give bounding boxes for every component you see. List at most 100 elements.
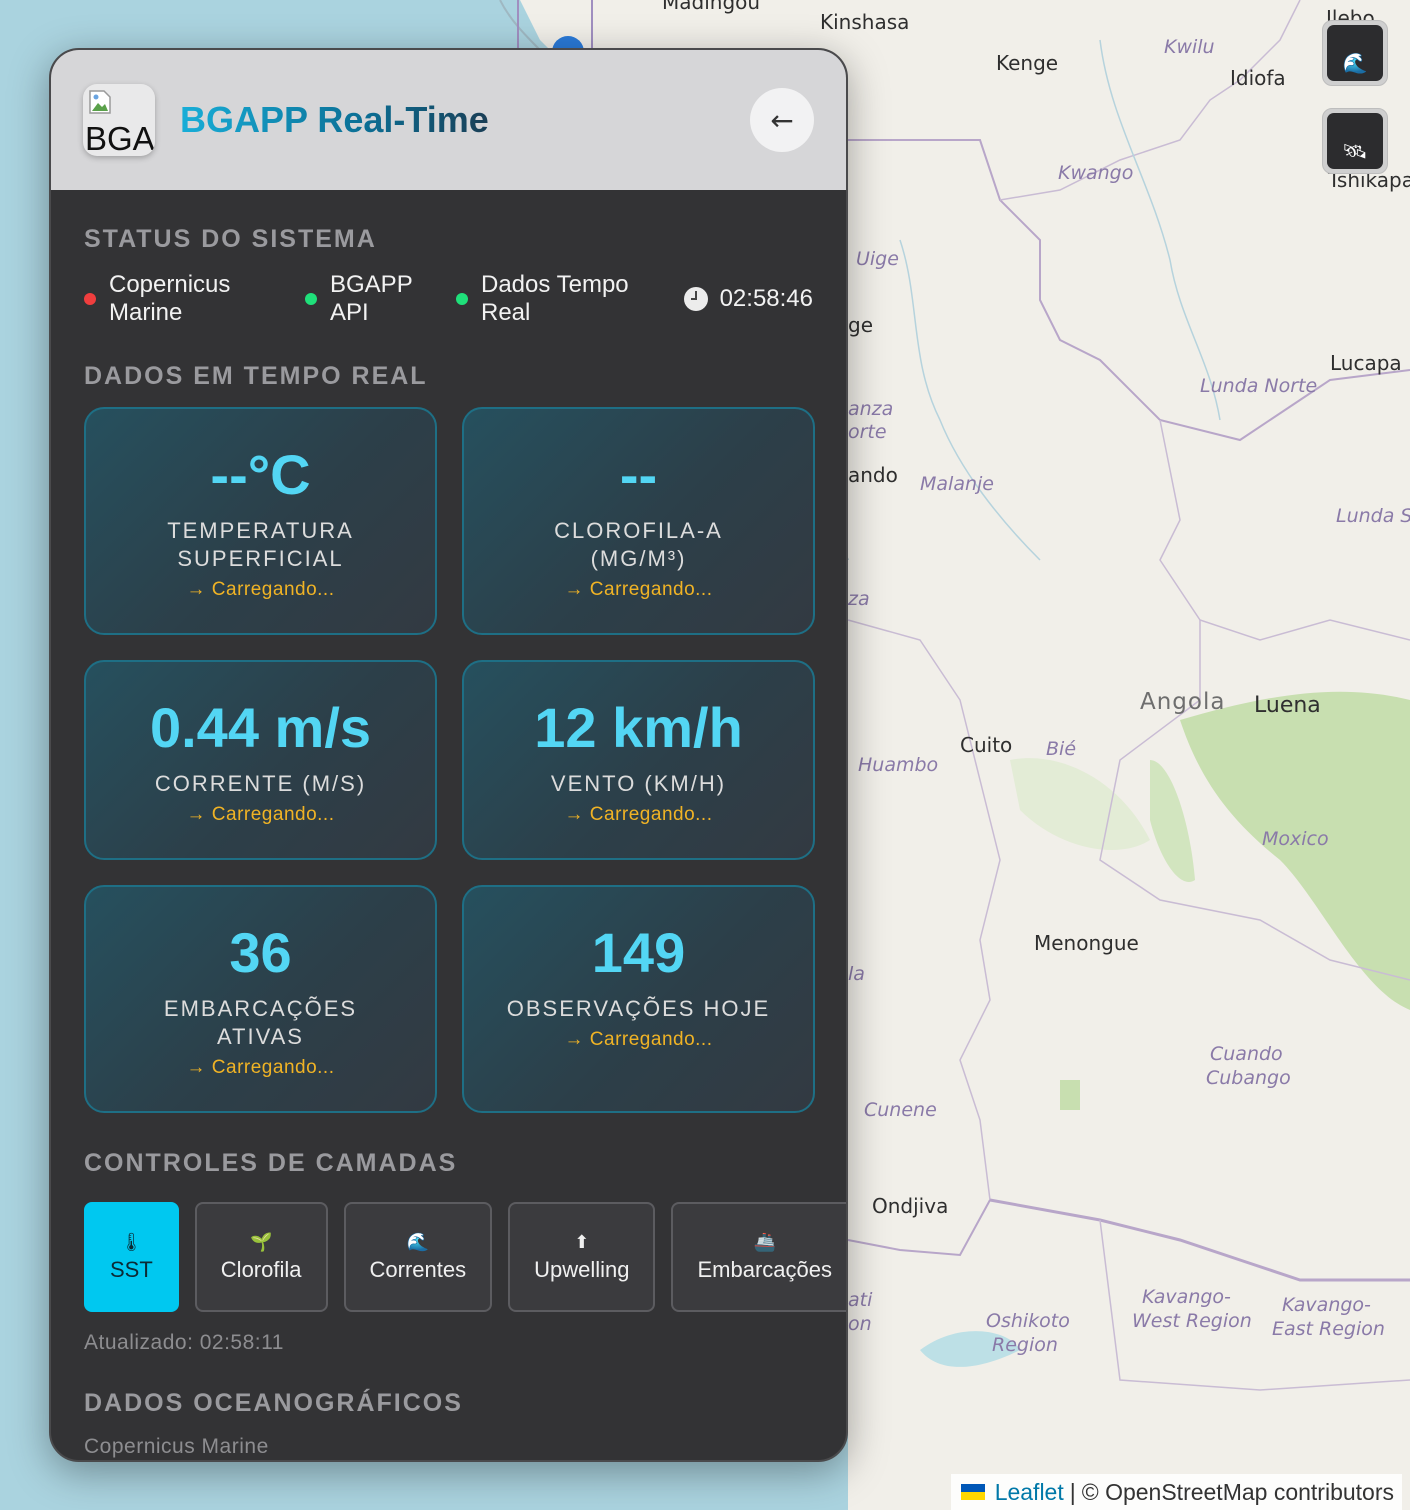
metric-status: → Carregando... [186,804,335,825]
panel-title: BGAPP Real-Time [180,99,489,140]
metric-card-observations[interactable]: 149 Observações Hoje → Carregando... [462,885,815,1113]
map-label-za: za [848,588,870,610]
arrow-left-icon: ← [770,103,794,137]
map-label-lunda-norte: Lunda Norte [1200,375,1318,397]
map-label-kavango-east-region: East Region [1272,1318,1385,1340]
map-label-menongue: Menongue [1034,931,1139,955]
layer-button-label: Embarcações [697,1257,832,1282]
status-copernicus: Copernicus Marine [84,271,305,327]
map-label-kwango: Kwango [1058,162,1134,184]
map-label-kavango-west-region: West Region [1132,1310,1252,1332]
map-label-ondjiva: Ondjiva [872,1194,949,1218]
realtime-panel: BGA BGAPP Real-Time ← Status do Sistema … [49,48,848,1462]
logo: BGA [83,84,155,156]
metric-value: 149 [591,921,686,984]
map-label-ando: ando [848,463,898,487]
osm-attribution[interactable]: © OpenStreetMap contributors [1082,1479,1394,1506]
clock-icon [683,287,708,311]
metric-label: Temperatura Superficial [167,518,354,571]
status-label: Real [481,299,531,326]
layer-controls: 🌡 SST 🌱 Clorofila 🌊 Correntes ⬆ Upwellin… [84,1202,846,1312]
metric-value: 0.44 m/s [149,696,372,759]
metric-cards: --°C Temperatura Superficial → Carregand… [84,407,815,1113]
layer-button-label: SST [110,1257,153,1282]
map-label-cunene: Cunene [864,1099,937,1121]
map-attribution: Leaflet | © OpenStreetMap contributors [950,1474,1402,1510]
map-label-anza: anza [848,398,894,420]
status-label: Marine [109,299,183,326]
wave-icon: 🌊 [406,1232,429,1252]
layer-button-vessels[interactable]: 🚢 Embarcações [671,1202,846,1312]
map-label-la: la [848,963,865,985]
realtime-heading: Dados em Tempo Real [84,362,428,390]
metric-status: → Carregando... [186,579,335,600]
layer-button-sst[interactable]: 🌡 SST [84,1202,179,1312]
ocean-heading: Dados Oceanográficos [84,1389,463,1417]
map-label-kenge: Kenge [996,51,1059,75]
layer-button-label: Upwelling [534,1257,630,1282]
metric-value: 36 [229,921,292,984]
leaflet-link[interactable]: Leaflet [995,1479,1064,1506]
map-label-huambo: Huambo [858,754,939,776]
metric-card-current[interactable]: 0.44 m/s Corrente (m/s) → Carregando... [84,660,437,860]
layer-button-label: Clorofila [220,1257,302,1282]
arrow-up-icon: ⬆ [574,1232,590,1252]
layer-button-label: Correntes [369,1257,467,1282]
map-label-kavango-east: Kavango- [1282,1294,1371,1316]
status-bgapp-api: BGAPP API [305,271,456,327]
map-label-on: on [848,1313,872,1335]
metric-status: → Carregando... [564,579,713,600]
map-label-ati: ati [848,1289,873,1311]
map-label-uige: Uige [856,248,899,270]
layer-button-currents[interactable]: 🌊 Correntes [343,1202,493,1312]
map-label-lucapa: Lucapa [1330,351,1402,375]
map-label-oshikoto-region: Region [992,1334,1058,1356]
map-label-lunda-sul: Lunda Su [1336,505,1410,527]
metric-value: --°C [210,443,311,506]
wave-icon: 🌊 [1342,51,1368,75]
map-label-ge: ge [848,313,873,337]
metric-card-wind[interactable]: 12 km/h Vento (km/h) → Carregando... [462,660,815,860]
status-dados-tempo-real: Dados Tempo Real [456,271,629,327]
layers-heading: Controles de Camadas [84,1149,458,1177]
map-label-bie: Bié [1046,738,1077,760]
metric-label: Clorofila-a (mg/m³) [554,518,723,571]
seedling-icon: 🌱 [249,1232,273,1252]
status-label: Dados Tempo [481,271,629,298]
metric-card-sst[interactable]: --°C Temperatura Superficial → Carregand… [84,407,437,635]
layer-button-upwelling[interactable]: ⬆ Upwelling [508,1202,656,1312]
map-layer-toggle-ocean[interactable]: 🌊 [1322,20,1388,86]
map-label-oshikoto: Oshikoto [986,1310,1070,1332]
logo-alt-text: BGA [85,120,155,156]
status-clock: 02:58:46 [683,285,813,313]
metric-label: Vento (km/h) [550,771,727,796]
status-label: API [330,299,369,326]
map-label-kinshasa: Kinshasa [820,10,910,34]
map-label-idiofa: Idiofa [1230,66,1286,90]
metric-card-chlorophyll[interactable]: -- Clorofila-a (mg/m³) → Carregando... [462,407,815,635]
map-layer-toggle-satellite[interactable]: 🛰 [1322,108,1388,174]
map-label-cuito: Cuito [960,733,1013,757]
map-label-angola: Angola [1140,689,1226,715]
map-label-orte: orte [848,421,887,443]
metric-label: Corrente (m/s) [154,771,367,796]
map-label-luena: Luena [1254,693,1321,718]
metric-value: -- [619,443,658,506]
map-label-moxico: Moxico [1262,828,1329,850]
layers-updated-time: Atualizado: 02:58:11 [84,1331,284,1354]
layer-button-chlorophyll[interactable]: 🌱 Clorofila [194,1202,328,1312]
back-button[interactable]: ← [750,88,814,152]
map-label-cuando: Cuando [1210,1043,1283,1065]
metric-card-vessels[interactable]: 36 Embarcações Ativas → Carregando... [84,885,437,1113]
status-label: BGAPP [330,271,413,298]
thermometer-icon: 🌡 [119,1232,143,1252]
map-label-kavango-west: Kavango- [1142,1286,1231,1308]
clock-time: 02:58:46 [719,285,813,312]
attribution-separator: | [1069,1478,1076,1505]
broken-image-icon [89,90,111,114]
status-dot-red [84,293,96,305]
panel-header: BGA BGAPP Real-Time ← [51,50,846,190]
satellite-icon: 🛰 [1342,139,1368,163]
metric-status: → Carregando... [564,1029,713,1050]
ocean-source: Copernicus Marine [84,1435,269,1458]
